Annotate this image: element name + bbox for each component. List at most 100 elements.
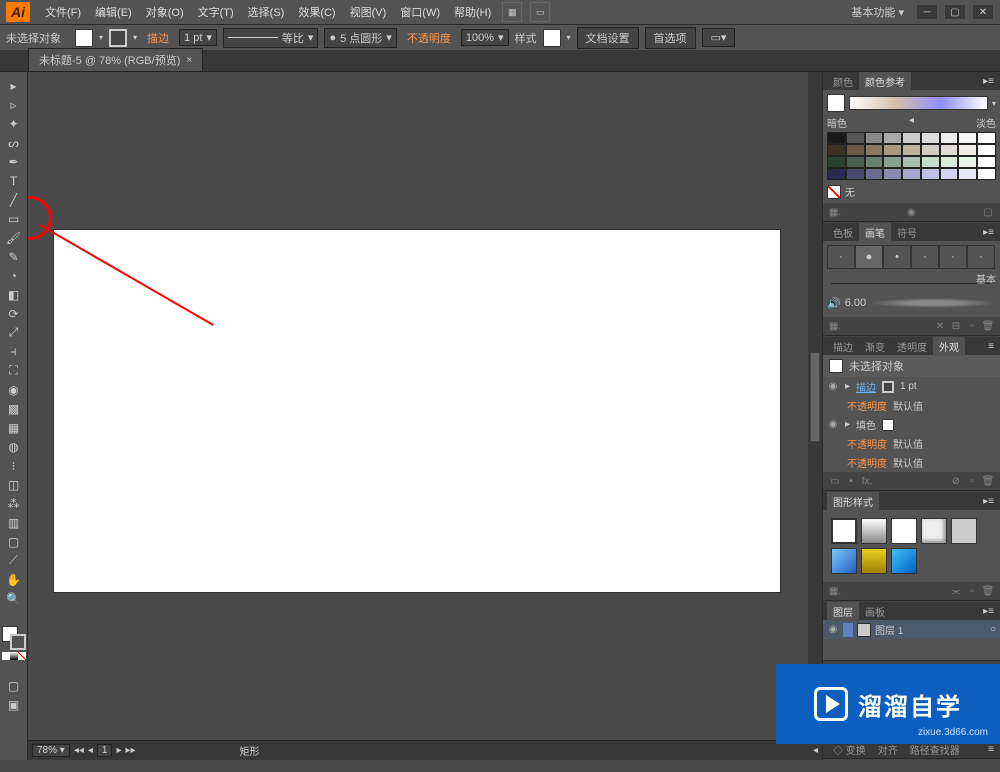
delete-brush-icon[interactable]: 🗑 <box>980 319 996 333</box>
document-tab[interactable]: 未标题-5 @ 78% (RGB/预览) × <box>28 48 203 71</box>
base-color-swatch[interactable] <box>827 94 845 112</box>
panel-menu-icon[interactable]: ▸≡ <box>977 606 1000 617</box>
stroke-profile[interactable]: 等比 ▾ <box>223 28 319 48</box>
brush-basic-row[interactable]: 基本 <box>827 275 996 291</box>
tab-close-icon[interactable]: × <box>186 55 192 66</box>
menu-select[interactable]: 选择(S) <box>241 4 292 20</box>
menu-view[interactable]: 视图(V) <box>343 4 394 20</box>
brushes-tab[interactable]: 画笔 <box>859 223 891 242</box>
gradient-tab[interactable]: 渐变 <box>859 337 891 356</box>
panel-menu-icon[interactable]: ▸≡ <box>977 496 1000 507</box>
blob-brush-tool[interactable]: ◔ <box>3 266 25 285</box>
stroke-swatch[interactable] <box>109 29 127 47</box>
menu-help[interactable]: 帮助(H) <box>447 4 498 20</box>
menu-effect[interactable]: 效果(C) <box>291 4 342 20</box>
fill-stroke-control[interactable] <box>2 626 26 650</box>
appearance-stroke-opacity[interactable]: 不透明度 默认值 <box>823 396 1000 415</box>
rectangle-tool[interactable]: ▭ <box>3 209 25 228</box>
color-tab[interactable]: 颜色 <box>827 72 859 91</box>
delete-icon[interactable]: 🗑 <box>980 474 996 488</box>
graph-tool[interactable]: ▥ <box>3 513 25 532</box>
brush-lib-icon[interactable]: ▦. <box>827 319 843 333</box>
tint-grid[interactable] <box>827 132 996 180</box>
hand-tool[interactable]: ✋ <box>3 570 25 589</box>
panel-menu-icon[interactable]: ▸≡ <box>977 76 1000 87</box>
artboard-back-icon[interactable]: ◂ <box>88 745 93 756</box>
vertical-scrollbar[interactable] <box>808 72 822 724</box>
direct-selection-tool[interactable]: ▹ <box>3 95 25 114</box>
opacity-value[interactable]: 100% ▾ <box>461 29 509 46</box>
fill-swatch[interactable] <box>75 29 93 47</box>
visibility-icon[interactable]: ◉ <box>827 381 839 393</box>
stroke-label[interactable]: 描边 <box>143 30 173 46</box>
layout-icon[interactable]: ▦ <box>502 2 522 22</box>
workspace-switcher[interactable]: 基本功能 ▾ <box>845 4 910 20</box>
appearance-tab[interactable]: 外观 <box>933 337 965 356</box>
align-button[interactable]: ▭▾ <box>702 28 736 47</box>
doc-setup-button[interactable]: 文档设置 <box>577 27 639 49</box>
add-fill-icon[interactable]: ▪ <box>843 474 859 488</box>
rotate-tool[interactable]: ⟳ <box>3 304 25 323</box>
panel-menu-icon[interactable]: ≡ <box>982 744 1000 755</box>
canvas-viewport[interactable] <box>28 72 822 740</box>
appearance-fill-opacity[interactable]: 不透明度 默认值 <box>823 434 1000 453</box>
save-group-icon[interactable]: ▢ <box>980 205 996 219</box>
artboards-tab[interactable]: 画板 <box>859 602 891 621</box>
pen-tool[interactable]: ✒ <box>3 152 25 171</box>
styles-grid[interactable] <box>827 514 996 578</box>
shape-builder-tool[interactable]: ◉ <box>3 380 25 399</box>
appearance-fill-row[interactable]: ◉ ▸ 填色 <box>823 415 1000 434</box>
symbol-sprayer-tool[interactable]: ⁂ <box>3 494 25 513</box>
pencil-tool[interactable]: ✎ <box>3 247 25 266</box>
add-effect-icon[interactable]: fx. <box>859 474 875 488</box>
color-mode-row[interactable] <box>2 652 26 662</box>
perspective-tool[interactable]: ▩ <box>3 399 25 418</box>
arrange-icon[interactable]: ▭ <box>530 2 550 22</box>
type-tool[interactable]: T <box>3 171 25 190</box>
panel-menu-icon[interactable]: ≡ <box>982 341 1000 352</box>
lasso-tool[interactable]: ᔕ <box>3 133 25 152</box>
paintbrush-tool[interactable]: 🖌 <box>3 228 25 247</box>
prefs-button[interactable]: 首选项 <box>645 27 696 49</box>
stroke-color[interactable] <box>10 634 26 650</box>
panel-menu-icon[interactable]: ▸≡ <box>977 227 1000 238</box>
artboard-last-icon[interactable]: ▸▸ <box>126 745 136 756</box>
graphic-styles-tab[interactable]: 图形样式 <box>827 492 879 511</box>
minimize-button[interactable]: ─ <box>916 4 938 20</box>
menu-edit[interactable]: 编辑(E) <box>88 4 139 20</box>
slice-tool[interactable]: ⟋ <box>3 551 25 570</box>
duplicate-icon[interactable]: ▫ <box>964 474 980 488</box>
break-link-icon[interactable]: ⫘ <box>948 584 964 598</box>
hscroll-left-icon[interactable]: ◂ <box>813 745 818 756</box>
blend-tool[interactable]: ◫ <box>3 475 25 494</box>
screen-mode-normal[interactable]: ▢ <box>3 676 25 695</box>
appearance-stroke-row[interactable]: ◉ ▸ 描边 1 pt <box>823 377 1000 396</box>
symbols-tab[interactable]: 符号 <box>891 223 923 242</box>
width-tool[interactable]: ⫞ <box>3 342 25 361</box>
new-style-icon[interactable]: ▫ <box>964 584 980 598</box>
styles-lib-icon[interactable]: ▦. <box>827 584 843 598</box>
add-stroke-icon[interactable]: ▭ <box>827 474 843 488</box>
harmony-strip[interactable] <box>849 96 988 110</box>
selection-tool[interactable]: ▸ <box>3 76 25 95</box>
none-icon[interactable] <box>827 185 841 199</box>
layer-row[interactable]: ◉ 图层 1 ○ <box>823 620 1000 639</box>
brush-def[interactable]: ● 5 点圆形 ▾ <box>324 28 396 48</box>
free-transform-tool[interactable]: ⛶ <box>3 361 25 380</box>
visibility-icon[interactable]: ◉ <box>827 419 839 431</box>
artboard[interactable] <box>54 230 780 592</box>
gradient-tool[interactable]: ◍ <box>3 437 25 456</box>
eyedropper-tool[interactable]: ⁝ <box>3 456 25 475</box>
artboard-number[interactable]: 1 <box>97 744 113 757</box>
layer-name[interactable]: 图层 1 <box>875 622 903 637</box>
clear-icon[interactable]: ⊘ <box>948 474 964 488</box>
mesh-tool[interactable]: ▦ <box>3 418 25 437</box>
menu-window[interactable]: 窗口(W) <box>393 4 447 20</box>
brush-options-icon[interactable]: ⊟ <box>948 319 964 333</box>
artboard-tool[interactable]: ▢ <box>3 532 25 551</box>
menu-object[interactable]: 对象(O) <box>139 4 191 20</box>
brush-preview[interactable] <box>870 298 996 308</box>
stroke-tab[interactable]: 描边 <box>827 337 859 356</box>
color-lib-icon[interactable]: ▦. <box>827 205 843 219</box>
style-swatch[interactable] <box>543 29 561 47</box>
